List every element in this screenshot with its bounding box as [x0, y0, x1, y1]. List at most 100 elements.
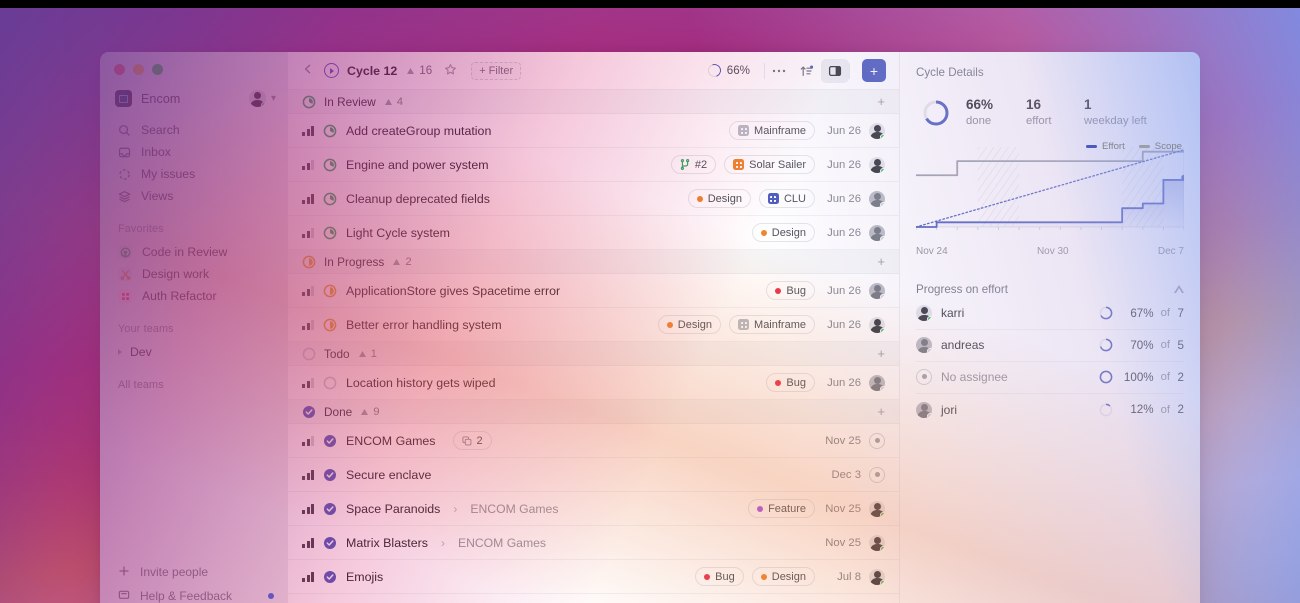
priority-icon[interactable] — [302, 503, 314, 514]
effort-row[interactable]: jori 12% of 2 — [916, 394, 1184, 426]
back-button[interactable] — [302, 63, 314, 78]
chevron-down-icon[interactable]: ▾ — [271, 93, 276, 104]
add-issue-to-group-button[interactable]: + — [877, 404, 885, 419]
priority-icon[interactable] — [302, 319, 314, 330]
effort-row[interactable]: andreas 70% of 5 — [916, 330, 1184, 362]
add-filter-button[interactable]: + Filter — [471, 61, 522, 80]
window-traffic-lights[interactable] — [100, 52, 288, 75]
sidebar-item-my-issues[interactable]: My issues — [100, 163, 288, 185]
priority-icon[interactable] — [302, 227, 314, 238]
avatar[interactable] — [869, 432, 885, 449]
priority-icon[interactable] — [302, 571, 314, 582]
priority-icon[interactable] — [302, 125, 314, 136]
all-teams-section-title[interactable]: All teams — [100, 363, 288, 397]
group-header-in-progress[interactable]: In Progress 2 + — [288, 250, 899, 274]
project-pill[interactable]: CLU — [758, 189, 815, 208]
issue-status-icon[interactable] — [323, 318, 337, 332]
user-avatar[interactable] — [248, 90, 266, 107]
add-issue-to-group-button[interactable]: + — [877, 346, 885, 361]
priority-icon[interactable] — [302, 537, 314, 548]
issue-status-icon[interactable] — [323, 226, 337, 240]
priority-icon[interactable] — [302, 469, 314, 480]
group-header-todo[interactable]: Todo 1 + — [288, 342, 899, 366]
add-issue-to-group-button[interactable]: + — [877, 94, 885, 109]
label-pill[interactable]: Feature — [748, 499, 815, 518]
sidebar-item-team-dev[interactable]: Dev — [100, 341, 288, 363]
effort-row[interactable]: No assignee 100% of 2 — [916, 362, 1184, 394]
issue-row[interactable]: Space Paranoids › ENCOM Games Feature Nov 25 — [288, 492, 899, 526]
issue-status-icon[interactable] — [323, 376, 337, 390]
issue-status-icon[interactable] — [323, 284, 337, 298]
avatar[interactable] — [916, 401, 932, 418]
label-pill[interactable]: Design — [687, 189, 751, 208]
issue-row[interactable]: Secure enclave Dec 3 — [288, 458, 899, 492]
sidebar-item-auth-refactor[interactable]: Auth Refactor — [100, 285, 288, 307]
issue-list[interactable]: In Review 4 + Add createGroup mutation Mainf… — [288, 90, 899, 603]
priority-icon[interactable] — [302, 377, 314, 388]
more-options-button[interactable] — [765, 59, 793, 83]
toggle-side-panel-button[interactable] — [821, 58, 849, 83]
label-pill[interactable]: Design — [657, 315, 722, 334]
issue-row[interactable]: ENCOM Games 2 Nov 25 — [288, 424, 899, 458]
avatar[interactable] — [916, 305, 932, 322]
add-issue-to-group-button[interactable]: + — [877, 254, 885, 269]
avatar[interactable] — [869, 190, 885, 207]
label-pill[interactable]: Design — [751, 567, 815, 586]
issue-row[interactable]: Cleanup deprecated fields Design CLU Jun 26 — [288, 182, 899, 216]
display-sort-button[interactable] — [793, 59, 821, 83]
issue-status-icon[interactable] — [323, 192, 337, 206]
issue-row[interactable]: Add createGroup mutation Mainframe Jun 26 — [288, 114, 899, 148]
avatar[interactable] — [869, 316, 885, 333]
avatar[interactable] — [869, 122, 885, 139]
avatar[interactable] — [916, 337, 932, 354]
issue-status-icon[interactable] — [323, 502, 337, 516]
issue-row[interactable]: ApplicationStore gives Spacetime error Bu… — [288, 274, 899, 308]
issue-row[interactable]: Matrix Blasters › ENCOM Games Nov 25 — [288, 526, 899, 560]
issue-status-icon[interactable] — [323, 570, 337, 584]
issue-row[interactable]: Engine and power system #2 Solar Sailer Jun… — [288, 148, 899, 182]
effort-row[interactable]: karri 67% of 7 — [916, 298, 1184, 330]
label-pill[interactable]: Bug — [766, 281, 815, 300]
label-pill[interactable]: Bug — [695, 567, 744, 586]
triangle-outline-icon[interactable] — [1174, 285, 1184, 294]
label-pill[interactable]: Bug — [766, 373, 815, 392]
group-header-in-review[interactable]: In Review 4 + — [288, 90, 899, 114]
avatar[interactable] — [869, 224, 885, 241]
close-window-button[interactable] — [114, 64, 125, 75]
sidebar-item-views[interactable]: Views — [100, 185, 288, 207]
sidebar-item-code-in-review[interactable]: Code in Review — [100, 241, 288, 263]
star-icon[interactable] — [444, 63, 457, 79]
avatar[interactable] — [869, 500, 885, 517]
avatar[interactable] — [916, 369, 932, 386]
issue-status-icon[interactable] — [323, 536, 337, 550]
issue-row[interactable]: Better error handling system Design Mainfr… — [288, 308, 899, 342]
minimize-window-button[interactable] — [133, 64, 144, 75]
help-feedback-button[interactable]: Help & Feedback — [100, 584, 288, 603]
project-pill[interactable]: Mainframe — [729, 121, 815, 140]
project-pill[interactable]: Solar Sailer — [724, 155, 815, 174]
avatar[interactable] — [869, 568, 885, 585]
zoom-window-button[interactable] — [152, 64, 163, 75]
sidebar-item-search[interactable]: Search — [100, 119, 288, 141]
issue-status-icon[interactable] — [323, 434, 337, 448]
issue-status-icon[interactable] — [323, 158, 337, 172]
new-issue-button[interactable]: + — [862, 59, 886, 82]
avatar[interactable] — [869, 282, 885, 299]
workspace-switcher[interactable]: Encom ▾ — [100, 75, 288, 113]
chevron-right-icon[interactable] — [118, 349, 122, 355]
avatar[interactable] — [869, 374, 885, 391]
sidebar-item-inbox[interactable]: Inbox — [100, 141, 288, 163]
issue-row[interactable]: Emojis Bug Design Jul 8 — [288, 560, 899, 594]
priority-icon[interactable] — [302, 285, 314, 296]
issue-status-icon[interactable] — [323, 124, 337, 138]
issue-row[interactable]: Location history gets wiped Bug Jun 26 — [288, 366, 899, 400]
sidebar-item-design-work[interactable]: Design work — [100, 263, 288, 285]
priority-icon[interactable] — [302, 193, 314, 204]
avatar[interactable] — [869, 534, 885, 551]
avatar[interactable] — [869, 466, 885, 483]
priority-icon[interactable] — [302, 435, 314, 446]
sub-issue-count-pill[interactable]: 2 — [452, 431, 492, 450]
avatar[interactable] — [869, 156, 885, 173]
branch-pill[interactable]: #2 — [670, 155, 717, 174]
project-pill[interactable]: Mainframe — [729, 315, 815, 334]
